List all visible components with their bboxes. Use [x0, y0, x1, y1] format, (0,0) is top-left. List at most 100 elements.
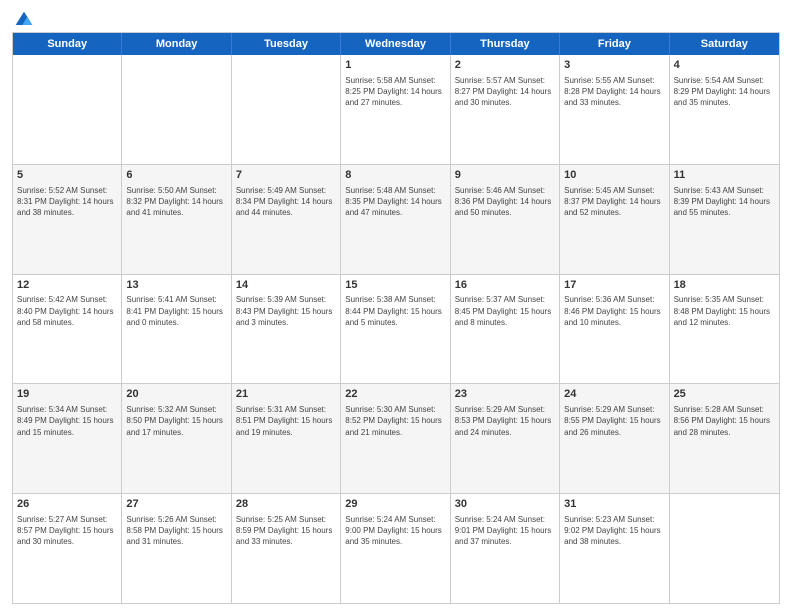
cal-cell-w1-d1: 6 Sunrise: 5:50 AM Sunset: 8:32 PM Daylig… — [122, 165, 231, 274]
cell-info: Sunrise: 5:39 AM Sunset: 8:43 PM Dayligh… — [236, 294, 336, 328]
cell-date: 9 — [455, 168, 555, 183]
cell-info: Sunrise: 5:23 AM Sunset: 9:02 PM Dayligh… — [564, 514, 664, 548]
cell-info: Sunrise: 5:41 AM Sunset: 8:41 PM Dayligh… — [126, 294, 226, 328]
header-day-wednesday: Wednesday — [341, 33, 450, 55]
cell-info: Sunrise: 5:27 AM Sunset: 8:57 PM Dayligh… — [17, 514, 117, 548]
cell-date: 14 — [236, 278, 336, 293]
cal-cell-w4-d1: 27 Sunrise: 5:26 AM Sunset: 8:58 PM Dayli… — [122, 494, 231, 603]
cell-date: 27 — [126, 497, 226, 512]
cell-info: Sunrise: 5:28 AM Sunset: 8:56 PM Dayligh… — [674, 404, 775, 438]
cal-cell-w3-d3: 22Sunrise: 5:30 AM Sunset: 8:52 PM Dayli… — [341, 384, 450, 493]
cal-cell-w0-d1 — [122, 55, 231, 164]
cell-date: 1 — [345, 58, 445, 73]
week-row-4: 26 Sunrise: 5:27 AM Sunset: 8:57 PM Dayli… — [13, 493, 779, 603]
header-day-thursday: Thursday — [451, 33, 560, 55]
cal-cell-w1-d4: 9 Sunrise: 5:46 AM Sunset: 8:36 PM Daylig… — [451, 165, 560, 274]
cell-date: 25 — [674, 387, 775, 402]
header-day-friday: Friday — [560, 33, 669, 55]
cell-date: 6 — [126, 168, 226, 183]
cell-date: 8 — [345, 168, 445, 183]
cell-date: 30 — [455, 497, 555, 512]
cell-info: Sunrise: 5:49 AM Sunset: 8:34 PM Dayligh… — [236, 185, 336, 219]
header-day-sunday: Sunday — [13, 33, 122, 55]
calendar: SundayMondayTuesdayWednesdayThursdayFrid… — [12, 32, 780, 604]
cal-cell-w1-d0: 5Sunrise: 5:52 AM Sunset: 8:31 PM Daylig… — [13, 165, 122, 274]
cell-info: Sunrise: 5:55 AM Sunset: 8:28 PM Dayligh… — [564, 75, 664, 109]
cell-date: 16 — [455, 278, 555, 293]
week-row-0: 1 Sunrise: 5:58 AM Sunset: 8:25 PM Daylig… — [13, 55, 779, 164]
cell-info: Sunrise: 5:34 AM Sunset: 8:49 PM Dayligh… — [17, 404, 117, 438]
cell-info: Sunrise: 5:52 AM Sunset: 8:31 PM Dayligh… — [17, 185, 117, 219]
cell-info: Sunrise: 5:31 AM Sunset: 8:51 PM Dayligh… — [236, 404, 336, 438]
cell-date: 18 — [674, 278, 775, 293]
cal-cell-w2-d3: 15Sunrise: 5:38 AM Sunset: 8:44 PM Dayli… — [341, 275, 450, 384]
cell-info: Sunrise: 5:43 AM Sunset: 8:39 PM Dayligh… — [674, 185, 775, 219]
cell-info: Sunrise: 5:46 AM Sunset: 8:36 PM Dayligh… — [455, 185, 555, 219]
cell-date: 21 — [236, 387, 336, 402]
cell-date: 13 — [126, 278, 226, 293]
cal-cell-w4-d4: 30 Sunrise: 5:24 AM Sunset: 9:01 PM Dayli… — [451, 494, 560, 603]
cal-cell-w2-d5: 17Sunrise: 5:36 AM Sunset: 8:46 PM Dayli… — [560, 275, 669, 384]
cal-cell-w2-d2: 14Sunrise: 5:39 AM Sunset: 8:43 PM Dayli… — [232, 275, 341, 384]
cal-cell-w0-d6: 4Sunrise: 5:54 AM Sunset: 8:29 PM Daylig… — [670, 55, 779, 164]
cal-cell-w0-d5: 3 Sunrise: 5:55 AM Sunset: 8:28 PM Daylig… — [560, 55, 669, 164]
cell-info: Sunrise: 5:58 AM Sunset: 8:25 PM Dayligh… — [345, 75, 445, 109]
cell-info: Sunrise: 5:29 AM Sunset: 8:55 PM Dayligh… — [564, 404, 664, 438]
cell-date: 22 — [345, 387, 445, 402]
cell-date: 11 — [674, 168, 775, 183]
cell-date: 24 — [564, 387, 664, 402]
header-day-monday: Monday — [122, 33, 231, 55]
cell-date: 3 — [564, 58, 664, 73]
cal-cell-w3-d4: 23Sunrise: 5:29 AM Sunset: 8:53 PM Dayli… — [451, 384, 560, 493]
cell-date: 17 — [564, 278, 664, 293]
cell-info: Sunrise: 5:24 AM Sunset: 9:01 PM Dayligh… — [455, 514, 555, 548]
cal-cell-w3-d0: 19Sunrise: 5:34 AM Sunset: 8:49 PM Dayli… — [13, 384, 122, 493]
cell-date: 10 — [564, 168, 664, 183]
cal-cell-w3-d1: 20Sunrise: 5:32 AM Sunset: 8:50 PM Dayli… — [122, 384, 231, 493]
cal-cell-w4-d0: 26 Sunrise: 5:27 AM Sunset: 8:57 PM Dayli… — [13, 494, 122, 603]
week-row-2: 12Sunrise: 5:42 AM Sunset: 8:40 PM Dayli… — [13, 274, 779, 384]
cell-date: 31 — [564, 497, 664, 512]
cal-cell-w0-d4: 2 Sunrise: 5:57 AM Sunset: 8:27 PM Daylig… — [451, 55, 560, 164]
cal-cell-w2-d1: 13Sunrise: 5:41 AM Sunset: 8:41 PM Dayli… — [122, 275, 231, 384]
cell-info: Sunrise: 5:35 AM Sunset: 8:48 PM Dayligh… — [674, 294, 775, 328]
cell-info: Sunrise: 5:36 AM Sunset: 8:46 PM Dayligh… — [564, 294, 664, 328]
cal-cell-w4-d3: 29 Sunrise: 5:24 AM Sunset: 9:00 PM Dayli… — [341, 494, 450, 603]
logo — [12, 10, 34, 26]
header — [12, 10, 780, 26]
cell-info: Sunrise: 5:57 AM Sunset: 8:27 PM Dayligh… — [455, 75, 555, 109]
calendar-body: 1 Sunrise: 5:58 AM Sunset: 8:25 PM Daylig… — [13, 55, 779, 603]
cell-date: 26 — [17, 497, 117, 512]
cell-info: Sunrise: 5:26 AM Sunset: 8:58 PM Dayligh… — [126, 514, 226, 548]
cal-cell-w1-d6: 11 Sunrise: 5:43 AM Sunset: 8:39 PM Dayli… — [670, 165, 779, 274]
cell-date: 2 — [455, 58, 555, 73]
cell-date: 23 — [455, 387, 555, 402]
cell-info: Sunrise: 5:37 AM Sunset: 8:45 PM Dayligh… — [455, 294, 555, 328]
cal-cell-w3-d5: 24 Sunrise: 5:29 AM Sunset: 8:55 PM Dayli… — [560, 384, 669, 493]
cal-cell-w1-d3: 8Sunrise: 5:48 AM Sunset: 8:35 PM Daylig… — [341, 165, 450, 274]
cal-cell-w4-d5: 31 Sunrise: 5:23 AM Sunset: 9:02 PM Dayli… — [560, 494, 669, 603]
cell-date: 7 — [236, 168, 336, 183]
cal-cell-w3-d2: 21 Sunrise: 5:31 AM Sunset: 8:51 PM Dayli… — [232, 384, 341, 493]
cell-date: 29 — [345, 497, 445, 512]
page: SundayMondayTuesdayWednesdayThursdayFrid… — [0, 0, 792, 612]
cal-cell-w4-d6 — [670, 494, 779, 603]
cell-info: Sunrise: 5:24 AM Sunset: 9:00 PM Dayligh… — [345, 514, 445, 548]
cal-cell-w4-d2: 28Sunrise: 5:25 AM Sunset: 8:59 PM Dayli… — [232, 494, 341, 603]
cal-cell-w1-d2: 7 Sunrise: 5:49 AM Sunset: 8:34 PM Daylig… — [232, 165, 341, 274]
cal-cell-w0-d2 — [232, 55, 341, 164]
cell-date: 4 — [674, 58, 775, 73]
cal-cell-w3-d6: 25 Sunrise: 5:28 AM Sunset: 8:56 PM Dayli… — [670, 384, 779, 493]
cell-info: Sunrise: 5:38 AM Sunset: 8:44 PM Dayligh… — [345, 294, 445, 328]
cell-date: 28 — [236, 497, 336, 512]
header-day-saturday: Saturday — [670, 33, 779, 55]
calendar-header-row: SundayMondayTuesdayWednesdayThursdayFrid… — [13, 33, 779, 55]
logo-icon — [14, 10, 34, 30]
cell-date: 15 — [345, 278, 445, 293]
cal-cell-w0-d3: 1 Sunrise: 5:58 AM Sunset: 8:25 PM Daylig… — [341, 55, 450, 164]
cal-cell-w2-d0: 12Sunrise: 5:42 AM Sunset: 8:40 PM Dayli… — [13, 275, 122, 384]
week-row-3: 19Sunrise: 5:34 AM Sunset: 8:49 PM Dayli… — [13, 383, 779, 493]
header-day-tuesday: Tuesday — [232, 33, 341, 55]
cal-cell-w2-d6: 18Sunrise: 5:35 AM Sunset: 8:48 PM Dayli… — [670, 275, 779, 384]
cell-info: Sunrise: 5:50 AM Sunset: 8:32 PM Dayligh… — [126, 185, 226, 219]
